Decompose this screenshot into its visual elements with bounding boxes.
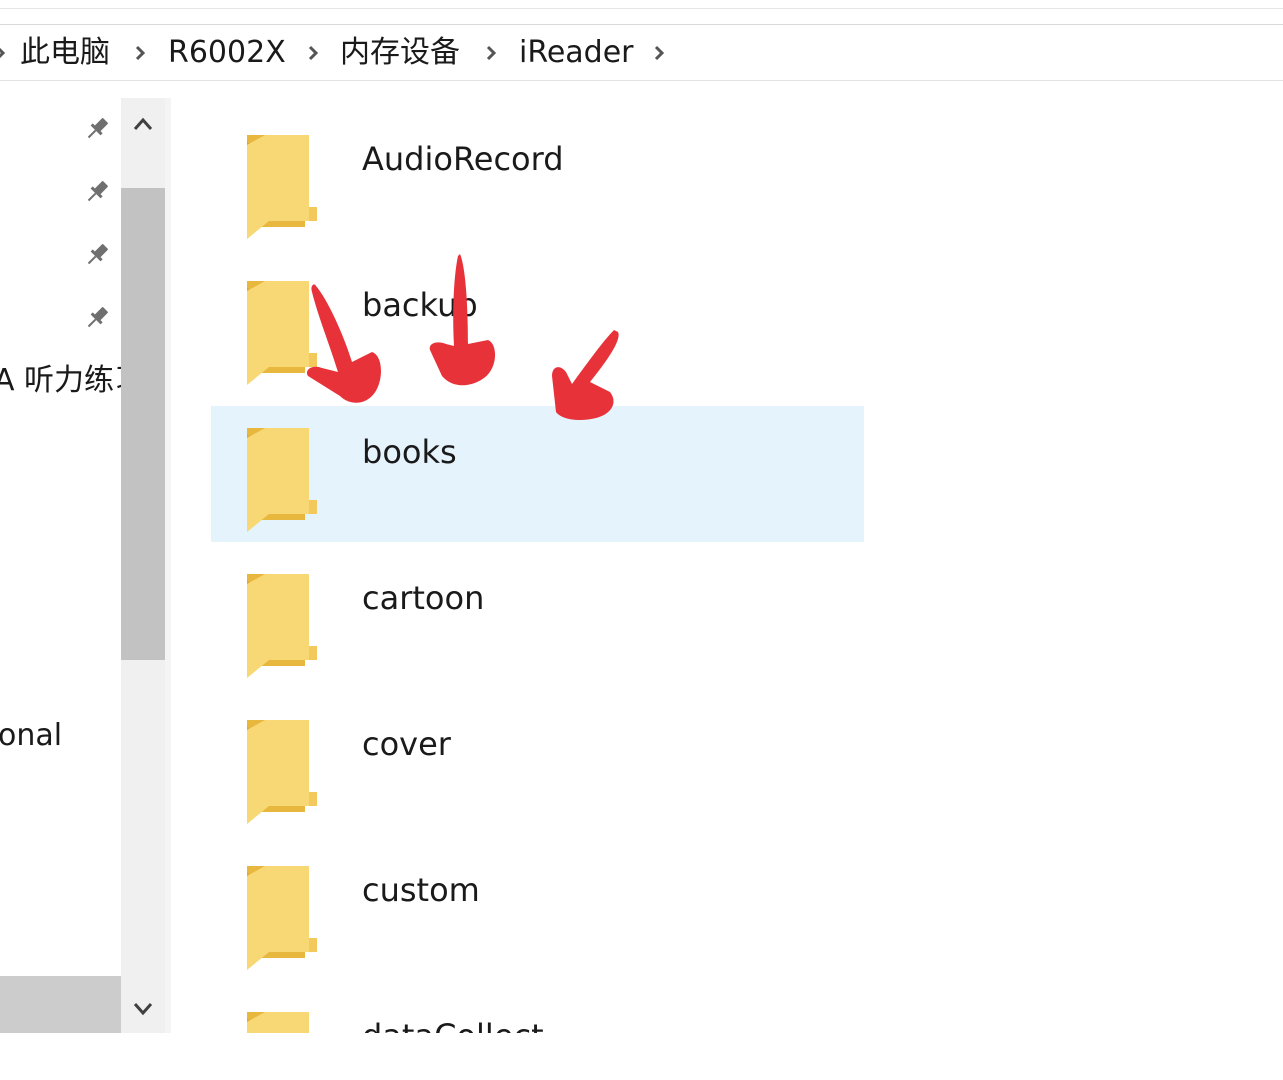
breadcrumb-item-device[interactable]: R6002X: [168, 33, 286, 73]
folder-icon: [243, 720, 321, 826]
chevron-up-icon[interactable]: [121, 98, 165, 150]
folder-item-custom[interactable]: custom: [211, 844, 864, 980]
folder-name: cover: [362, 725, 451, 763]
folder-name: AudioRecord: [362, 140, 564, 178]
folder-name: books: [362, 433, 457, 471]
pin-icon: [82, 303, 112, 333]
folder-item-datacollect[interactable]: dataCollect: [211, 990, 864, 1033]
folder-item-cartoon[interactable]: cartoon: [211, 552, 864, 688]
folder-icon: [243, 866, 321, 972]
nav-item-personal[interactable]: onal: [0, 718, 62, 754]
chevron-down-icon[interactable]: [121, 983, 165, 1035]
chevron-right-icon[interactable]: [132, 39, 150, 67]
folder-name: cartoon: [362, 579, 485, 617]
pin-icon: [82, 240, 112, 270]
folder-icon: [243, 1012, 321, 1033]
breadcrumb-item-internal-storage[interactable]: 内存设备: [340, 33, 460, 73]
folder-icon: [243, 281, 321, 387]
breadcrumb[interactable]: 此电脑 R6002X 内存设备 iReader: [0, 25, 1283, 81]
folder-list[interactable]: AudioRecord backup books cartoon cover c…: [171, 81, 1283, 1033]
folder-icon: [243, 574, 321, 680]
chevron-right-icon[interactable]: [651, 39, 669, 67]
breadcrumb-item-ireader[interactable]: iReader: [519, 33, 634, 73]
scroll-thumb[interactable]: [121, 188, 165, 660]
folder-item-audiorecord[interactable]: AudioRecord: [211, 113, 864, 249]
folder-icon: [243, 428, 321, 534]
chevron-right-icon[interactable]: [483, 39, 501, 67]
breadcrumb-item-this-pc[interactable]: 此电脑: [20, 33, 110, 73]
nav-item-listening-practice[interactable]: A 听力练习: [0, 363, 121, 399]
window-top-edge: [0, 0, 1283, 25]
folder-name: custom: [362, 871, 480, 909]
pin-icon: [82, 114, 112, 144]
window-bottom-area: [0, 1033, 1283, 1080]
nav-item-selected[interactable]: [0, 976, 121, 1033]
folder-name: dataCollect: [362, 1016, 544, 1033]
folder-name: backup: [362, 286, 478, 324]
folder-icon: [243, 135, 321, 241]
nav-scrollbar[interactable]: [121, 98, 165, 1033]
pin-icon: [82, 177, 112, 207]
folder-item-backup[interactable]: backup: [211, 259, 864, 395]
file-explorer-window: 此电脑 R6002X 内存设备 iReader A 听力练习 ona: [0, 0, 1283, 1080]
folder-item-books[interactable]: books: [211, 406, 864, 542]
chevron-right-icon[interactable]: [0, 39, 10, 67]
navigation-pane[interactable]: A 听力练习 onal: [0, 81, 121, 1033]
folder-item-cover[interactable]: cover: [211, 698, 864, 834]
chevron-right-icon[interactable]: [305, 39, 323, 67]
